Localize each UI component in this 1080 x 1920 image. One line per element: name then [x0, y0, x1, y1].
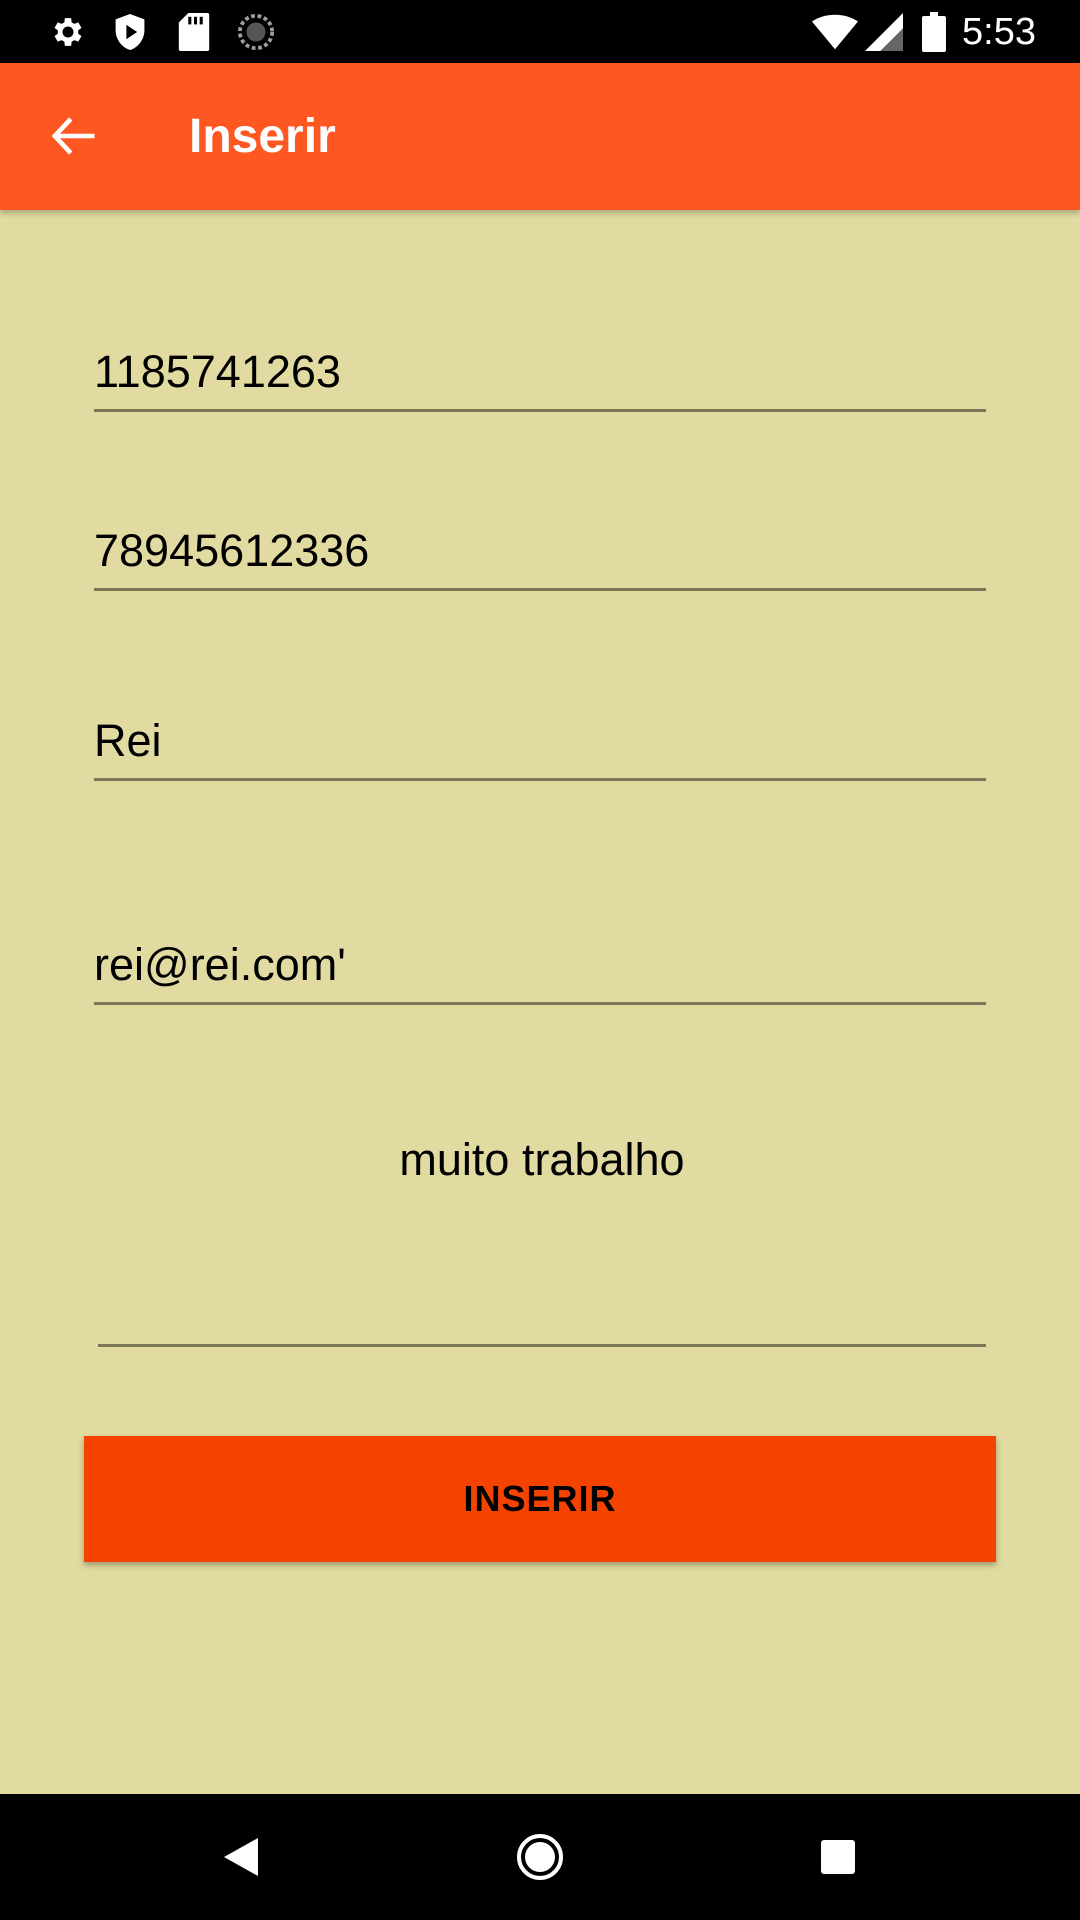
cpf-field[interactable]: 78945612336 [94, 520, 986, 591]
nav-recents-icon [821, 1840, 855, 1874]
status-time: 5:53 [962, 11, 1036, 53]
email-field-value: rei@rei.com' [94, 939, 346, 990]
battery-icon [918, 12, 950, 52]
phone-field-value: 1185741263 [94, 346, 341, 397]
nav-home-icon [517, 1834, 563, 1880]
phone-field[interactable]: 1185741263 [94, 340, 986, 412]
name-field-value: Rei [94, 715, 162, 766]
nav-back-icon [224, 1838, 258, 1876]
app-bar: Inserir [0, 63, 1080, 210]
back-button[interactable] [30, 103, 116, 169]
name-field[interactable]: Rei [94, 710, 986, 781]
nav-back-button[interactable] [206, 1822, 276, 1892]
email-field[interactable]: rei@rei.com' [94, 933, 986, 1005]
cpf-field-value: 78945612336 [94, 525, 370, 576]
shield-play-icon [110, 12, 150, 52]
sd-card-icon [174, 12, 214, 52]
notes-field-value: muito trabalho [399, 1134, 685, 1185]
sync-icon [236, 12, 276, 52]
screen: 5:53 Inserir 1185741263 78945612336 Rei … [0, 0, 1080, 1920]
page-title: Inserir [189, 110, 336, 163]
nav-recents-button[interactable] [803, 1822, 873, 1892]
arrow-left-icon [51, 117, 95, 155]
settings-icon [48, 12, 88, 52]
signal-icon [864, 12, 904, 52]
insert-button[interactable]: INSERIR [84, 1436, 996, 1562]
navigation-bar [0, 1794, 1080, 1920]
nav-home-button[interactable] [505, 1822, 575, 1892]
status-bar: 5:53 [0, 0, 1080, 63]
notes-field[interactable]: muito trabalho [98, 1120, 986, 1347]
wifi-icon [812, 12, 858, 52]
